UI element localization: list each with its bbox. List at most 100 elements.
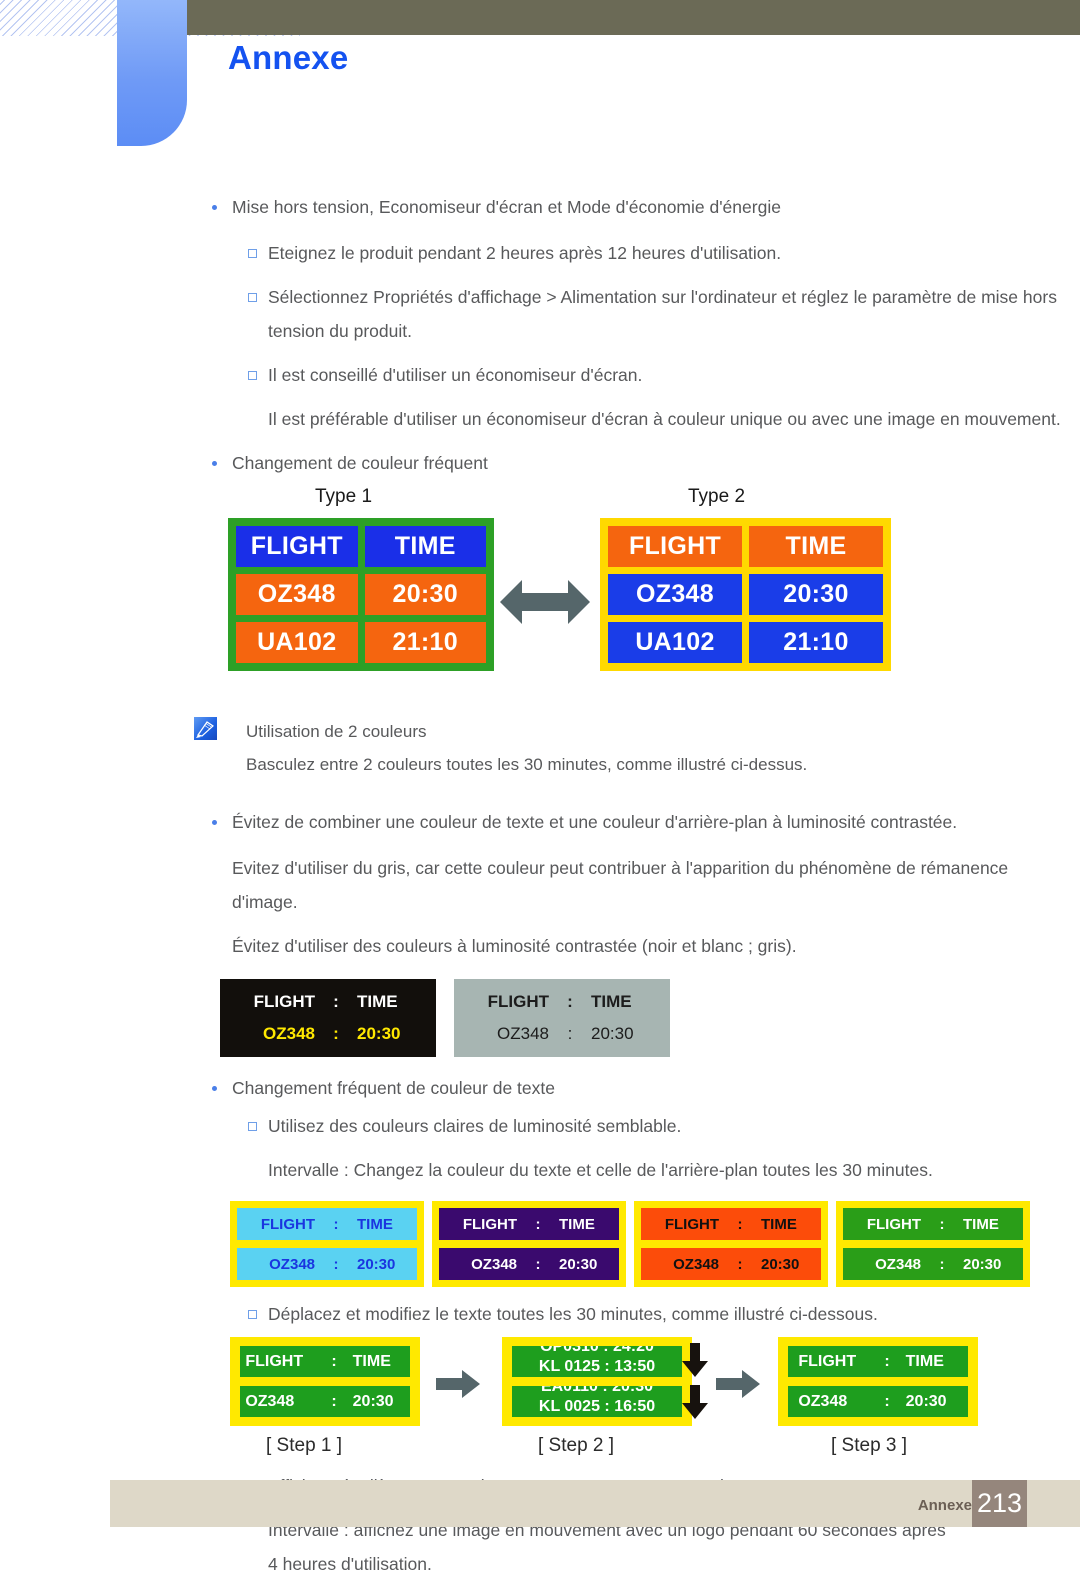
green-chip-data-flight: OZ348 [875,1255,921,1273]
page-number: 213 [976,1488,1023,1518]
step3-data-time: 20:30 [905,1392,947,1410]
page-content: Mise hors tension, Economiseur d'écran e… [0,190,1080,1591]
black-chip-header-flight: FLIGHT [253,992,315,1011]
step-arrow-right-1-icon [436,1369,480,1404]
bullet-dot-icon [212,461,217,466]
contrast-chip-row: FLIGHT : TIME OZ348 : 20:30 FLIGHT : TIM… [220,979,1080,1057]
step2-line2-lower: KL 0025 : 16:50 [538,1398,656,1415]
steps-illustration: FLIGHT : TIME OZ348 : 20:30 [ Step 1 ] O… [186,1337,1080,1467]
green-chip-data-time: 20:30 [963,1255,1002,1273]
orange-chip-header-colon: : [737,1215,743,1233]
subbullet-screensaver: Il est conseillé d'utiliser un économise… [186,358,1080,392]
cyan-chip-header-colon: : [333,1215,339,1233]
orange-chip-header-time: TIME [761,1215,797,1233]
flight-board-type1: FLIGHT TIME OZ348 20:30 UA102 21:10 [228,518,494,671]
cyan-chip-header-time: TIME [357,1215,393,1233]
bullet-dot-icon [212,205,217,210]
footer-label: Annexe [917,1497,972,1514]
header-olive-bar [186,0,1080,35]
type1-label: Type 1 [315,486,373,507]
bullet-avoid-contrast-label: Évitez de combiner une couleur de texte … [232,812,958,832]
bullet-text-color-change: Changement fréquent de couleur de texte [186,1071,1080,1105]
board1-row2-flight: UA102 [236,622,358,663]
green-chip-header-flight: FLIGHT [866,1215,921,1233]
gray-chip-data-time: 20:30 [591,1024,634,1043]
purple-chip-header-colon: : [535,1215,541,1233]
note-title: Utilisation de 2 couleurs [246,722,427,741]
board1-header-time: TIME [364,526,486,567]
board2-header-flight: FLIGHT [608,526,742,567]
board1-row2-time: 21:10 [364,622,486,663]
black-chip-header-colon: : [333,992,339,1011]
board1-row1-flight: OZ348 [236,574,358,615]
purple-chip-data-flight: OZ348 [471,1255,517,1273]
purple-chip-header-time: TIME [559,1215,595,1233]
flight-board-comparison: Type 1 Type 2 FLIGHT TIME OZ348 20:30 UA… [0,486,1080,701]
step2-box: OP0310 : 24:20 KL 0125 : 13:50 EA0110 : … [502,1337,692,1426]
bullet-frequent-color-change: Changement de couleur fréquent [186,446,1080,480]
cyan-color-chip: FLIGHT : TIME OZ348 : 20:30 [230,1201,424,1287]
black-chip-data-time: 20:30 [357,1024,401,1043]
step1-data-time: 20:30 [352,1392,394,1410]
paragraph-avoid-gray: Evitez d'utiliser du gris, car cette cou… [232,858,1009,912]
purple-chip-data-time: 20:30 [559,1255,598,1273]
black-chip-data-flight: OZ348 [263,1024,315,1043]
board2-row2-flight: UA102 [608,622,742,663]
color-chip-row: FLIGHT : TIME OZ348 : 20:30 FLIGHT : TIM… [230,1201,1080,1287]
bullet-text-color-change-label: Changement fréquent de couleur de texte [232,1078,555,1098]
step1-data-colon: : [331,1392,337,1410]
green-color-chip: FLIGHT : TIME OZ348 : 20:30 [836,1201,1030,1287]
gray-chip-data-colon: : [567,1024,573,1043]
step1-header-flight: FLIGHT [245,1352,304,1370]
subbullet-bright-colors-label: Utilisez des couleurs claires de luminos… [268,1116,682,1136]
step1-data-flight: OZ348 [245,1392,295,1410]
square-bullet-icon [248,293,257,302]
step1-caption: [ Step 1 ] [266,1435,343,1456]
gray-chip-header-colon: : [567,992,573,1011]
green-chip-header-colon: : [939,1215,945,1233]
step3-box: FLIGHT : TIME OZ348 : 20:30 [778,1337,978,1426]
step3-header-colon: : [884,1352,890,1370]
orange-chip-data-colon: : [737,1255,743,1273]
step2-arrow-down-2-icon [682,1385,708,1424]
type2-label: Type 2 [688,486,746,507]
subbullet-move-text-label: Déplacez et modifiez le texte toutes les… [268,1304,878,1324]
step2-line1-lower: KL 0125 : 13:50 [538,1358,656,1375]
subbullet-bright-colors: Utilisez des couleurs claires de luminos… [186,1109,1080,1143]
step3-header-flight: FLIGHT [798,1352,857,1370]
black-chip-header-time: TIME [357,992,398,1011]
subbullet-turn-off: Eteignez le produit pendant 2 heures apr… [186,236,1080,270]
bullet-power-management-label: Mise hors tension, Economiseur d'écran e… [232,197,781,217]
board1-header-flight: FLIGHT [236,526,358,567]
step2-caption: [ Step 2 ] [538,1435,615,1456]
purple-chip-header-flight: FLIGHT [462,1215,517,1233]
gray-contrast-chip: FLIGHT : TIME OZ348 : 20:30 [454,979,670,1057]
subbullet-move-text: Déplacez et modifiez le texte toutes les… [186,1297,1080,1331]
black-chip-data-colon: : [333,1024,339,1043]
board2-row2-time: 21:10 [749,622,883,663]
purple-chip-data-colon: : [535,1255,541,1273]
board1-row1-time: 20:30 [364,574,486,615]
paragraph-avoid-bw: Évitez d'utiliser des couleurs à luminos… [232,936,797,956]
square-bullet-icon [248,371,257,380]
step1-box: FLIGHT : TIME OZ348 : 20:30 [230,1337,420,1426]
double-arrow-horizontal-icon [500,578,590,631]
step3-header-time: TIME [905,1352,944,1370]
step1-header-time: TIME [352,1352,391,1370]
bullet-frequent-color-change-label: Changement de couleur fréquent [232,453,488,473]
paragraph-screensaver-detail: Il est préférable d'utiliser un économis… [268,409,1061,429]
note-block: Utilisation de 2 couleurs Basculez entre… [186,715,1080,781]
cyan-chip-header-flight: FLIGHT [260,1215,315,1233]
green-chip-data-colon: : [939,1255,945,1273]
gray-chip-header-flight: FLIGHT [487,992,549,1011]
gray-chip-data-flight: OZ348 [497,1024,549,1043]
bullet-dot-icon [212,1086,217,1091]
cyan-chip-data-colon: : [333,1255,339,1273]
square-bullet-icon [248,249,257,258]
step3-data-flight: OZ348 [798,1392,848,1410]
orange-chip-data-time: 20:30 [761,1255,800,1273]
square-bullet-icon [248,1122,257,1131]
subbullet-display-properties: Sélectionnez Propriétés d'affichage > Al… [186,280,1080,348]
cyan-chip-data-time: 20:30 [357,1255,396,1273]
note-pen-icon [194,717,217,740]
